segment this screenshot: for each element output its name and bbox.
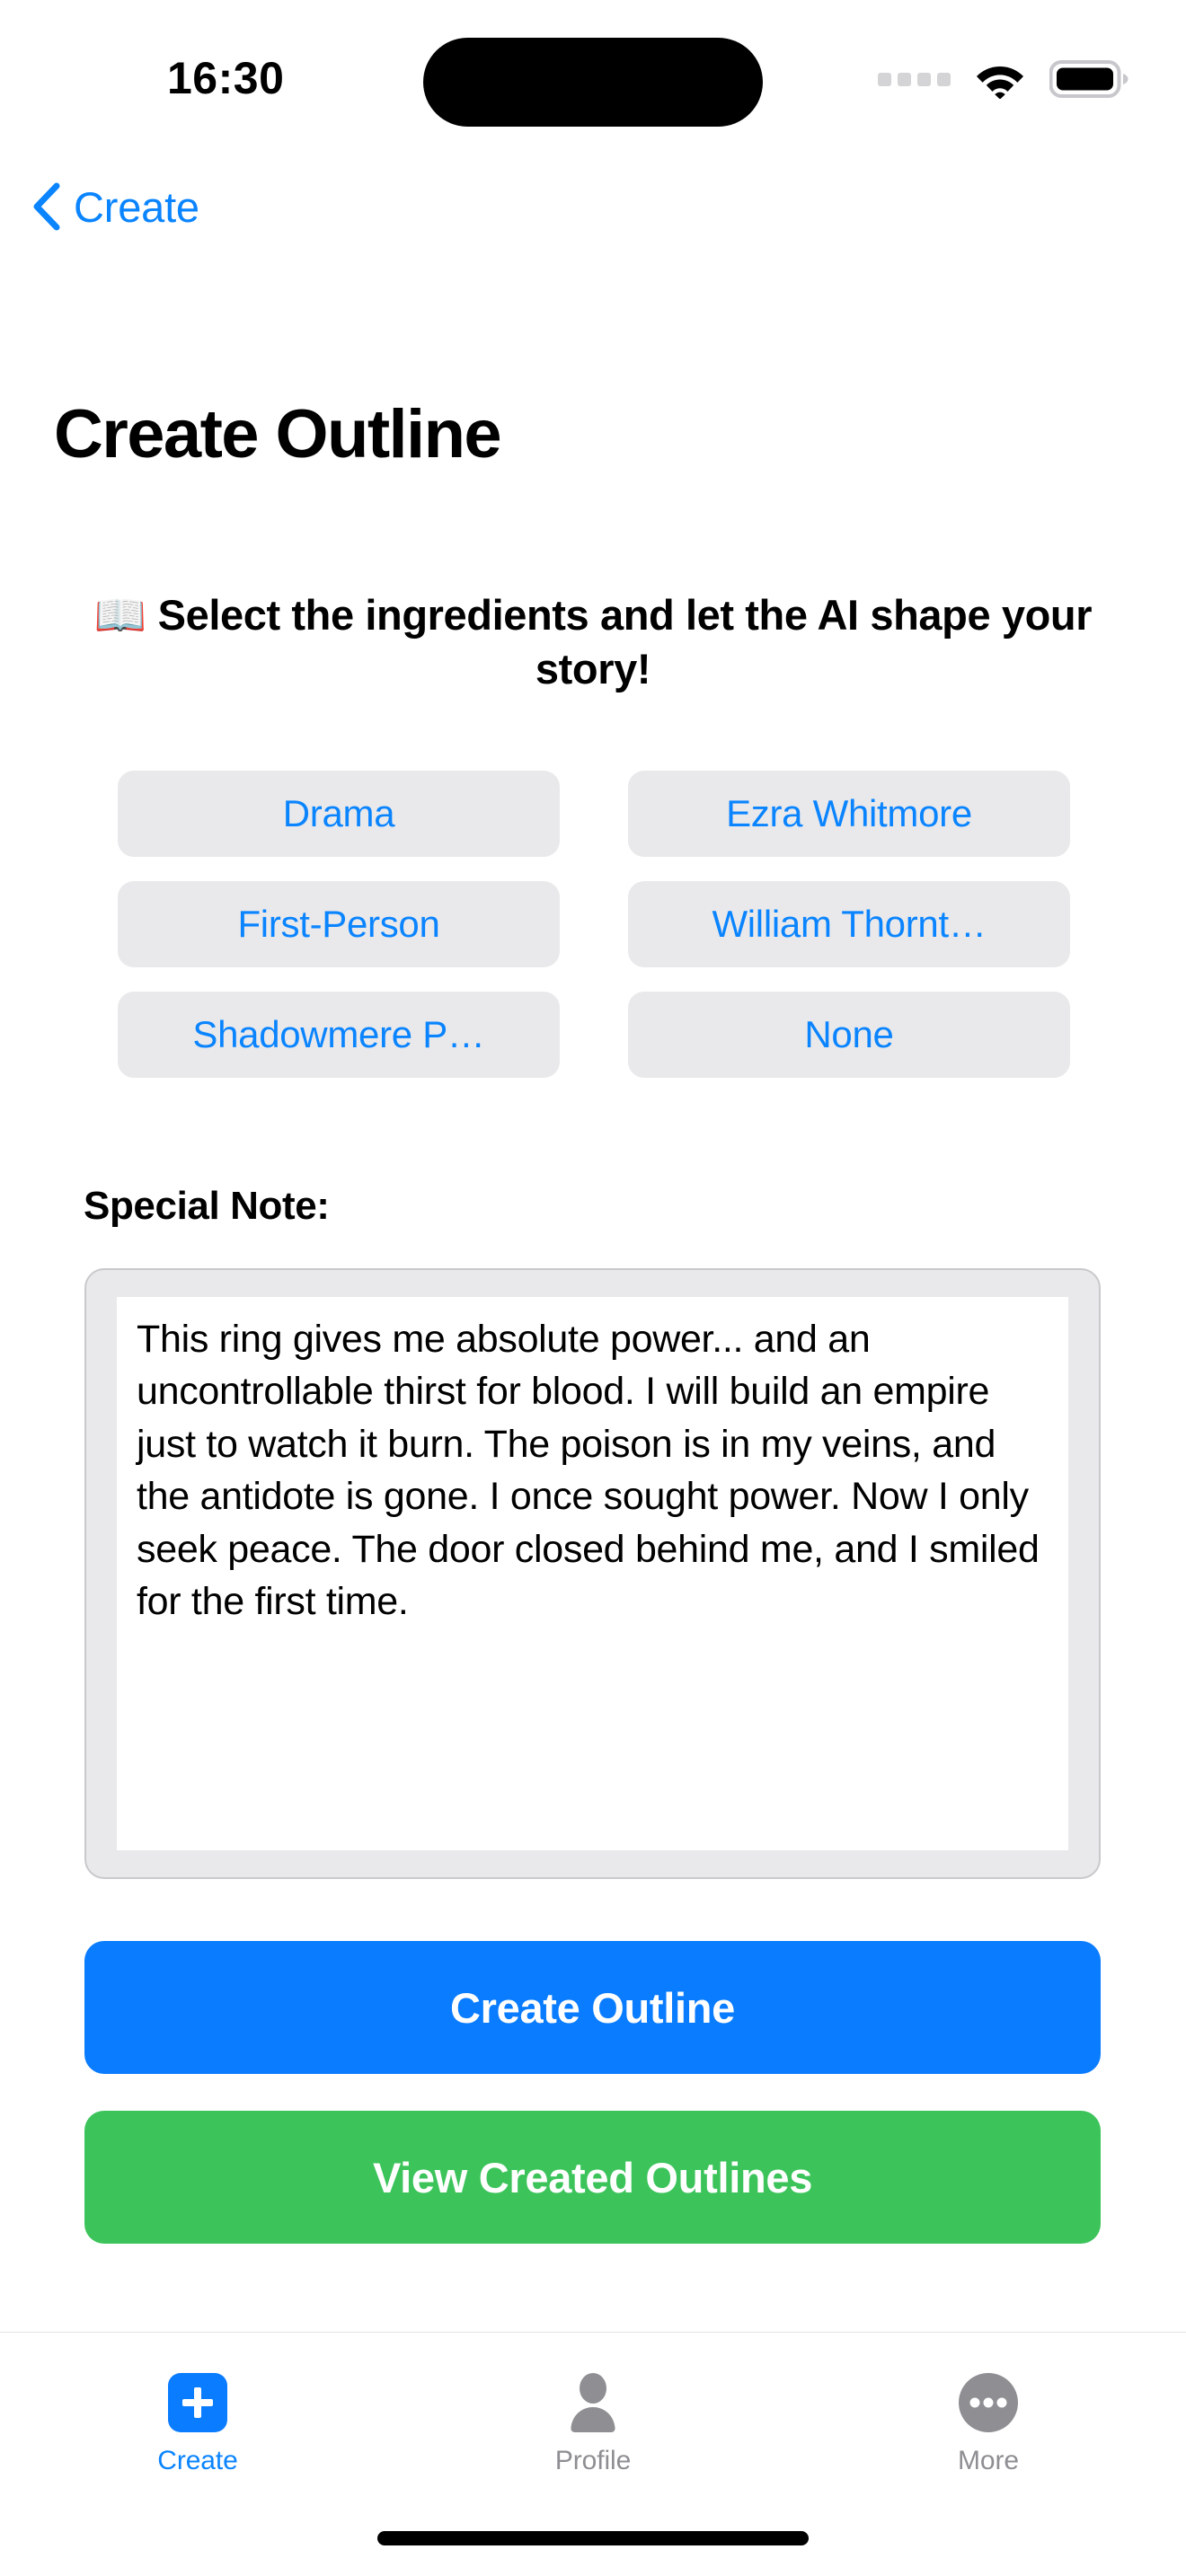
chevron-left-icon — [31, 181, 61, 232]
tab-profile-label: Profile — [554, 2446, 632, 2475]
ingredient-chip-grid: Drama Ezra Whitmore First-Person William… — [118, 771, 1070, 1078]
tab-more[interactable]: More — [791, 2333, 1186, 2520]
home-indicator — [377, 2531, 809, 2545]
status-time: 16:30 — [167, 53, 285, 103]
page-title: Create Outline — [54, 396, 502, 472]
back-button[interactable]: Create — [31, 178, 199, 235]
tab-bar: Create Profile More — [0, 2332, 1186, 2520]
person-icon — [563, 2370, 623, 2435]
dynamic-island — [423, 38, 763, 127]
tab-more-label: More — [958, 2446, 1019, 2475]
signal-dots-icon — [878, 72, 951, 86]
plus-square-icon — [168, 2370, 227, 2435]
chip-extra[interactable]: None — [628, 992, 1070, 1078]
special-note-input[interactable] — [117, 1297, 1068, 1850]
back-button-label: Create — [74, 182, 199, 231]
tab-create-label: Create — [157, 2446, 238, 2475]
chip-narrative-perspective[interactable]: First-Person — [118, 881, 560, 967]
special-note-container[interactable] — [84, 1268, 1101, 1879]
chip-genre[interactable]: Drama — [118, 771, 560, 857]
ellipsis-circle-icon — [957, 2370, 1020, 2435]
status-bar: 16:30 — [0, 0, 1186, 144]
chip-protagonist[interactable]: Ezra Whitmore — [628, 771, 1070, 857]
chip-antagonist[interactable]: William Thornt… — [628, 881, 1070, 967]
app-screen: 16:30 Create Create Outline 📖 Select the… — [0, 0, 1186, 2576]
tab-profile[interactable]: Profile — [395, 2333, 791, 2520]
tab-create[interactable]: Create — [0, 2333, 395, 2520]
chip-setting[interactable]: Shadowmere P… — [118, 992, 560, 1078]
create-outline-button[interactable]: Create Outline — [84, 1941, 1101, 2074]
special-note-label: Special Note: — [84, 1184, 330, 1228]
view-created-outlines-button[interactable]: View Created Outlines — [84, 2111, 1101, 2244]
subtitle-text: 📖 Select the ingredients and let the AI … — [93, 591, 1093, 693]
battery-full-icon — [1049, 59, 1130, 99]
wifi-icon — [974, 59, 1026, 99]
status-indicators — [878, 59, 1130, 99]
